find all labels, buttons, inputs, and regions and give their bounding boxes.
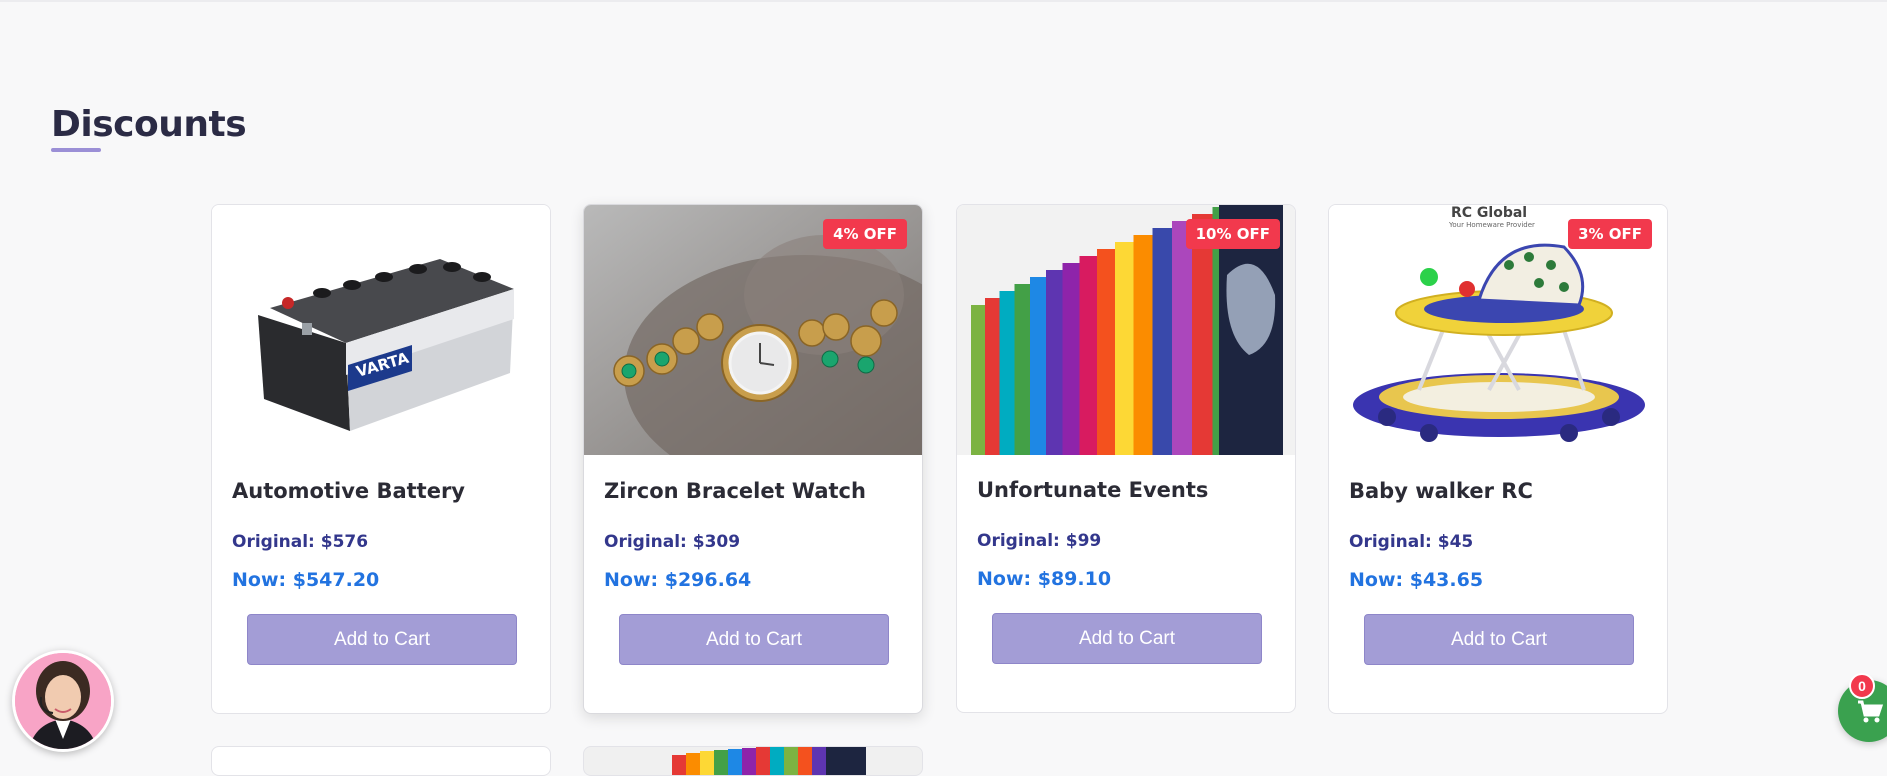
discounted-price: Now: $89.10 — [977, 568, 1112, 590]
discount-badge: 3% OFF — [1568, 219, 1652, 249]
book-spine — [1097, 249, 1115, 455]
car-battery-icon: VARTA — [212, 205, 550, 455]
book-set-icon — [672, 747, 866, 775]
original-price: Original: $99 — [977, 531, 1102, 551]
book-spine — [1172, 221, 1192, 455]
book-spine — [1115, 242, 1134, 455]
support-agent-avatar — [15, 653, 111, 749]
add-to-cart-button[interactable]: Add to Cart — [1364, 614, 1634, 665]
book-spine — [1152, 228, 1172, 455]
section-title: Discounts — [51, 104, 247, 145]
product-name: Unfortunate Events — [977, 478, 1209, 502]
book-spine — [1079, 256, 1097, 455]
support-chat-avatar[interactable] — [12, 650, 114, 752]
product-card[interactable] — [583, 746, 923, 776]
product-card[interactable] — [211, 746, 551, 776]
book-spine — [971, 305, 985, 455]
book-spine — [985, 298, 1000, 455]
cart-count-badge: 0 — [1849, 673, 1875, 699]
add-to-cart-button[interactable]: Add to Cart — [619, 614, 889, 665]
product-name: Zircon Bracelet Watch — [604, 479, 866, 503]
original-price: Original: $309 — [604, 532, 741, 552]
book-spine — [999, 291, 1015, 455]
book-spine — [1192, 214, 1213, 455]
header-divider — [0, 0, 1887, 2]
discount-badge: 10% OFF — [1185, 219, 1280, 249]
product-card[interactable]: 10% OFF Unfortunate Events Original: $99… — [956, 204, 1296, 713]
product-card[interactable]: VARTA Automotive Battery Original: $576 … — [211, 204, 551, 714]
title-underline — [51, 148, 101, 152]
original-price: Original: $45 — [1349, 532, 1474, 552]
book-spine — [1062, 263, 1080, 455]
product-name: Baby walker RC — [1349, 479, 1533, 503]
product-name: Automotive Battery — [232, 479, 465, 503]
discount-badge: 4% OFF — [823, 219, 907, 249]
original-price: Original: $576 — [232, 532, 369, 552]
book-spine — [1133, 235, 1153, 455]
add-to-cart-button[interactable]: Add to Cart — [992, 613, 1262, 664]
book-spine — [1014, 284, 1030, 455]
discounted-price: Now: $296.64 — [604, 569, 752, 591]
product-card[interactable]: 4% OFF Zircon Bracelet Watch Original: $… — [583, 204, 923, 714]
product-card[interactable]: RC Global Your Homeware Provider 3% OFF … — [1328, 204, 1668, 714]
discounted-price: Now: $547.20 — [232, 569, 380, 591]
book-spine — [1046, 270, 1063, 455]
walker-brand: RC Global — [1451, 205, 1527, 221]
product-image[interactable]: VARTA — [212, 205, 550, 455]
discounted-price: Now: $43.65 — [1349, 569, 1484, 591]
walker-tagline: Your Homeware Provider — [1448, 221, 1535, 229]
add-to-cart-button[interactable]: Add to Cart — [247, 614, 517, 665]
book-spine — [1030, 277, 1046, 455]
